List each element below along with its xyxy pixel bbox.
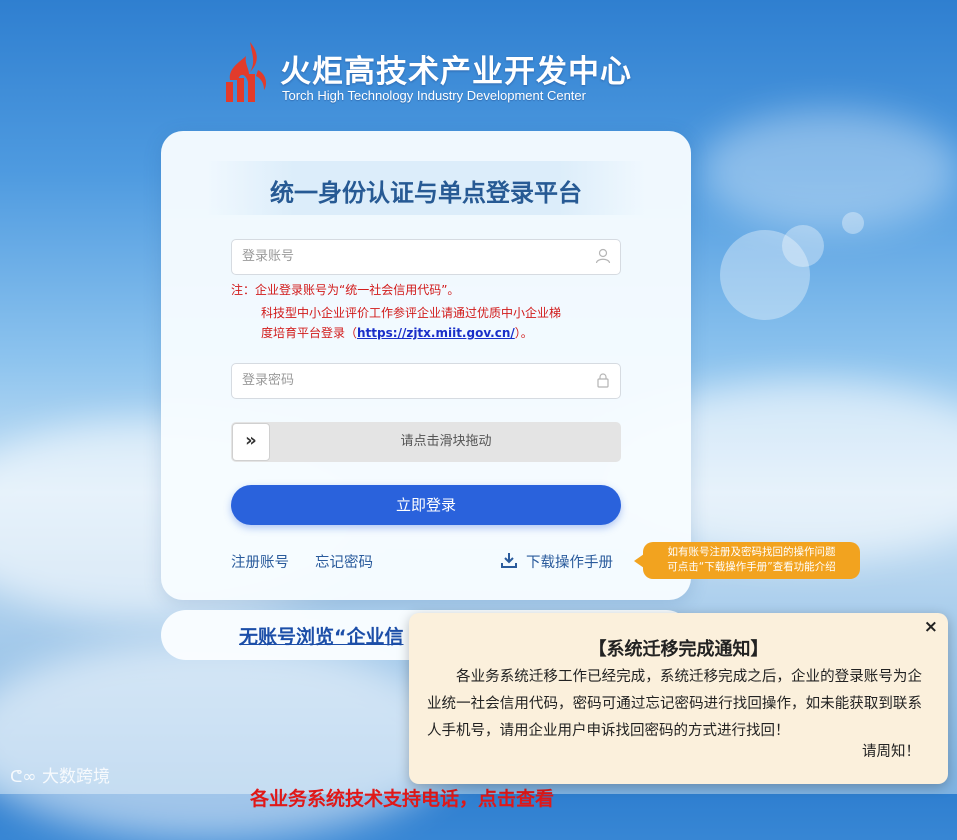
miit-link[interactable]: https://zjtx.miit.gov.cn/ bbox=[357, 326, 515, 340]
browse-without-account-link[interactable]: 无账号浏览“企业信 bbox=[239, 622, 404, 649]
note-text: 度培育平台登录（ bbox=[261, 326, 358, 340]
watermark: ᕦ∞ 大数跨境 bbox=[10, 767, 110, 787]
note-text-end: ）。 bbox=[514, 326, 533, 340]
header-logo: 火炬高技术产业开发中心 Torch High Technology Indust… bbox=[220, 40, 640, 110]
download-manual-link[interactable]: 下载操作手册 bbox=[526, 551, 613, 572]
account-field bbox=[231, 239, 621, 275]
org-name-en: Torch High Technology Industry Developme… bbox=[282, 88, 586, 103]
page-title: 统一身份认证与单点登录平台 bbox=[270, 179, 582, 207]
lock-icon bbox=[597, 373, 609, 388]
download-icon[interactable] bbox=[501, 552, 517, 568]
user-icon bbox=[595, 248, 611, 264]
watermark-text: 大数跨境 bbox=[41, 767, 110, 787]
org-name-cn: 火炬高技术产业开发中心 bbox=[280, 54, 632, 90]
notice-sign: 请周知！ bbox=[862, 744, 920, 760]
tooltip-line2: 可点击“下载操作手册”查看功能介绍 bbox=[667, 561, 836, 573]
notice-body: 各业务系统迁移工作已经完成，系统迁移完成之后，企业的登录账号为企业统一社会信用代… bbox=[427, 669, 922, 739]
help-tooltip: 如有账号注册及密码找回的操作问题 可点击“下载操作手册”查看功能介绍 bbox=[634, 542, 860, 579]
login-card: 统一身份认证与单点登录平台 注：企业登录账号为“统一社会信用代码”。 科技型中小… bbox=[161, 131, 691, 600]
password-input[interactable] bbox=[232, 364, 592, 396]
tooltip-line1: 如有账号注册及密码找回的操作问题 bbox=[667, 546, 836, 558]
slider-handle[interactable]: » bbox=[232, 423, 270, 461]
account-note-line2: 科技型中小企业评价工作参评企业请通过优质中小企业梯 bbox=[261, 306, 562, 320]
register-link[interactable]: 注册账号 bbox=[231, 551, 289, 572]
login-button[interactable]: 立即登录 bbox=[231, 485, 621, 525]
torch-logo-icon bbox=[226, 42, 266, 102]
captcha-slider[interactable]: » 请点击滑块拖动 bbox=[231, 422, 621, 462]
account-note-line3: 度培育平台登录（https://zjtx.miit.gov.cn/）。 bbox=[261, 324, 533, 341]
forgot-password-link[interactable]: 忘记密码 bbox=[315, 551, 373, 572]
account-input[interactable] bbox=[232, 240, 592, 272]
password-field bbox=[231, 363, 621, 399]
account-note: 注：企业登录账号为“统一社会信用代码”。 bbox=[231, 283, 460, 297]
migration-notice-dialog: × 【系统迁移完成通知】 各业务系统迁移工作已经完成，系统迁移完成之后，企业的登… bbox=[409, 613, 948, 784]
notice-title: 【系统迁移完成通知】 bbox=[588, 639, 769, 660]
close-icon[interactable]: × bbox=[924, 617, 938, 637]
support-phone-banner[interactable]: 各业务系统技术支持电话，点击查看 bbox=[250, 784, 554, 811]
slider-hint: 请点击滑块拖动 bbox=[400, 434, 492, 449]
